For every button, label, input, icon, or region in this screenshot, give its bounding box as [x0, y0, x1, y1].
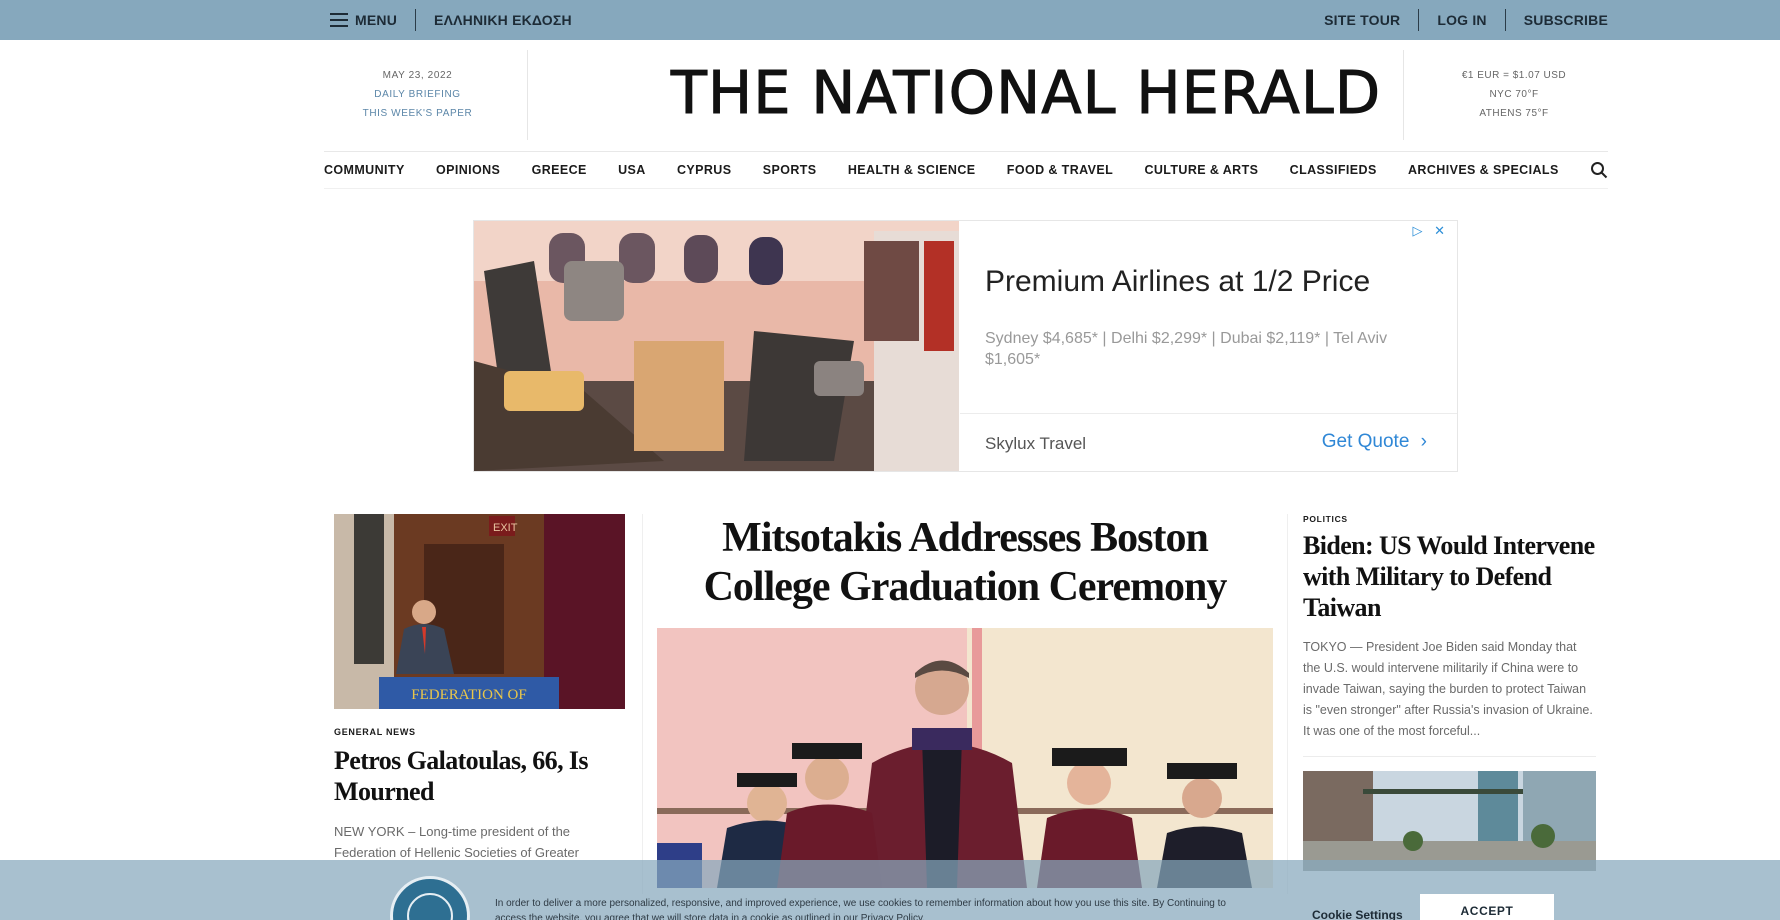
- nav-item-usa[interactable]: USA: [618, 163, 646, 177]
- nav-item-cyprus[interactable]: CYPRUS: [677, 163, 732, 177]
- article-excerpt-left: NEW YORK – Long-time president of the Fe…: [334, 824, 579, 860]
- this-weeks-paper-link[interactable]: THIS WEEK'S PAPER: [325, 104, 510, 123]
- log-in-link[interactable]: LOG IN: [1437, 12, 1486, 28]
- divider: [1403, 50, 1404, 140]
- subscribe-link[interactable]: SUBSCRIBE: [1524, 12, 1608, 28]
- menu-label: MENU: [355, 12, 398, 28]
- chevron-right-icon: ›: [1420, 431, 1427, 452]
- masthead-left: MAY 23, 2022 DAILY BRIEFING THIS WEEK'S …: [325, 66, 510, 123]
- divider: [1303, 756, 1596, 757]
- divider: [1418, 9, 1420, 31]
- top-bar-inner: MENU ΕΛΛΗΝΙΚΗ ΕΚΔΟΣΗ SITE TOUR LOG IN SU…: [330, 0, 1608, 40]
- ad-advertiser: Skylux Travel: [985, 434, 1087, 453]
- nav-item-culture-arts[interactable]: CULTURE & ARTS: [1144, 163, 1258, 177]
- nyc-weather: NYC 70°F: [1489, 89, 1539, 100]
- get-quote-button[interactable]: Get Quote ›: [1322, 431, 1427, 453]
- article-kicker-right[interactable]: POLITICS: [1303, 514, 1596, 524]
- cookie-banner: In order to deliver a more personalized,…: [0, 860, 1780, 920]
- search-icon[interactable]: [1590, 161, 1608, 179]
- article-photo-right[interactable]: [1303, 771, 1596, 871]
- greek-edition-link[interactable]: ΕΛΛΗΝΙΚΗ ΕΚΔΟΣΗ: [434, 12, 572, 28]
- article-kicker-left[interactable]: GENERAL NEWS: [334, 727, 625, 737]
- advertisement[interactable]: ▷ ✕ Premium Airlines at 1/2 Price Sydney…: [473, 220, 1458, 472]
- article-headline-left[interactable]: Petros Galatoulas, 66, Is Mourned: [334, 745, 625, 807]
- currency-rate: €1 EUR = $1.07 USD: [1461, 70, 1567, 81]
- divider: [1287, 514, 1288, 894]
- article-photo-left[interactable]: EXIT FEDERATION OF: [334, 514, 625, 709]
- article-card-left: EXIT FEDERATION OF GENERAL NEWS Petros G…: [334, 514, 625, 863]
- accept-button[interactable]: ACCEPT: [1420, 894, 1554, 920]
- site-seal-logo: [390, 876, 470, 920]
- masthead: MAY 23, 2022 DAILY BRIEFING THIS WEEK'S …: [325, 40, 1608, 152]
- article-card-right: POLITICS Biden: US Would Intervene with …: [1303, 514, 1596, 871]
- divider: [415, 9, 417, 31]
- banner-text: FEDERATION OF: [411, 687, 526, 703]
- nav-item-classifieds[interactable]: CLASSIFIEDS: [1290, 163, 1377, 177]
- nav-item-archives-specials[interactable]: ARCHIVES & SPECIALS: [1408, 163, 1559, 177]
- ad-headline[interactable]: Premium Airlines at 1/2 Price: [985, 265, 1370, 299]
- ad-description: Sydney $4,685* | Delhi $2,299* | Dubai $…: [985, 330, 1388, 368]
- site-tour-link[interactable]: SITE TOUR: [1324, 12, 1400, 28]
- current-date: MAY 23, 2022: [382, 70, 453, 81]
- nav-item-health-science[interactable]: HEALTH & SCIENCE: [848, 163, 976, 177]
- adchoices-icon[interactable]: ▷ ✕: [1412, 223, 1449, 239]
- nav-item-opinions[interactable]: OPINIONS: [436, 163, 500, 177]
- nav-item-community[interactable]: COMMUNITY: [324, 163, 405, 177]
- get-quote-label: Get Quote: [1321, 431, 1410, 452]
- article-excerpt-right: TOKYO — President Joe Biden said Monday …: [1303, 640, 1593, 738]
- cookie-notice-text: In order to deliver a more personalized,…: [495, 898, 1226, 920]
- daily-briefing-link[interactable]: DAILY BRIEFING: [325, 85, 510, 104]
- menu-button[interactable]: MENU: [330, 12, 397, 28]
- masthead-right: €1 EUR = $1.07 USD NYC 70°F ATHENS 75°F: [1420, 66, 1608, 123]
- divider: [960, 413, 1457, 414]
- ad-image[interactable]: [474, 221, 959, 471]
- cookie-settings-button[interactable]: Cookie Settings: [1312, 908, 1403, 920]
- nav-item-sports[interactable]: SPORTS: [763, 163, 817, 177]
- article-headline-right[interactable]: Biden: US Would Intervene with Military …: [1303, 530, 1596, 623]
- top-bar-right: SITE TOUR LOG IN SUBSCRIBE: [1324, 9, 1608, 31]
- top-bar: MENU ΕΛΛΗΝΙΚΗ ΕΚΔΟΣΗ SITE TOUR LOG IN SU…: [0, 0, 1780, 40]
- athens-weather: ATHENS 75°F: [1479, 108, 1549, 119]
- exit-sign-text: EXIT: [493, 522, 518, 534]
- nav-item-food-travel[interactable]: FOOD & TRAVEL: [1007, 163, 1113, 177]
- article-headline-center[interactable]: Mitsotakis Addresses Boston College Grad…: [657, 514, 1273, 612]
- main-nav: COMMUNITY OPINIONS GREECE USA CYPRUS SPO…: [324, 151, 1608, 189]
- site-logo[interactable]: THE NATIONAL HERALD: [511, 58, 1541, 128]
- hamburger-icon: [330, 13, 348, 27]
- article-card-center: Mitsotakis Addresses Boston College Grad…: [657, 514, 1273, 888]
- nav-item-greece[interactable]: GREECE: [532, 163, 587, 177]
- divider: [642, 514, 643, 894]
- divider: [1504, 9, 1506, 31]
- article-photo-center[interactable]: [657, 628, 1273, 888]
